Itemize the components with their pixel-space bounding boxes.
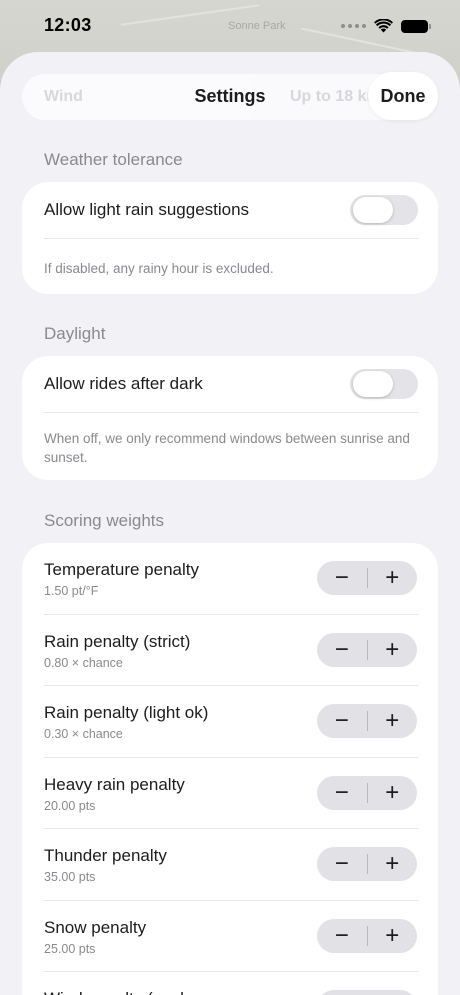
weather-tolerance-card: Allow light rain suggestions If disabled… — [22, 182, 438, 294]
done-button[interactable]: Done — [368, 72, 438, 120]
section-header-scoring-weights: Scoring weights — [44, 511, 165, 530]
weight-stepper: − + — [317, 847, 417, 881]
increment-button[interactable]: + — [367, 919, 417, 953]
increment-button[interactable]: + — [367, 776, 417, 810]
increment-button[interactable]: + — [367, 847, 417, 881]
weight-label: Rain penalty (strict) — [44, 631, 191, 651]
settings-sheet: Wind Up to 18 km/h Settings Done Weather… — [0, 52, 460, 995]
after-dark-footnote: When off, we only recommend windows betw… — [44, 431, 410, 465]
weight-row: Wind penalty (each − + — [22, 972, 438, 995]
weight-row: Snow penalty 25.00 pts − + — [22, 901, 438, 972]
weight-label: Heavy rain penalty — [44, 774, 185, 794]
weight-value: 20.00 pts — [44, 798, 96, 813]
section-header-weather-tolerance: Weather tolerance — [44, 150, 183, 169]
weight-stepper: − + — [317, 775, 417, 810]
status-bar: 12:03 — [0, 0, 460, 52]
weight-label: Rain penalty (light ok) — [44, 703, 209, 722]
weight-label: Snow penalty — [44, 917, 147, 937]
cellular-dots-icon — [341, 24, 366, 28]
weight-row: Temperature penalty 1.50 pt/°F − + — [22, 543, 438, 615]
after-dark-toggle[interactable] — [350, 369, 418, 399]
increment-button[interactable]: + — [367, 704, 417, 738]
status-icons — [341, 19, 431, 33]
weight-stepper: − + — [317, 918, 417, 953]
weight-row: Rain penalty (light ok) 0.30 × chance − … — [22, 686, 438, 758]
status-time: 12:03 — [44, 14, 92, 35]
wifi-icon — [374, 19, 393, 33]
light-rain-row: Allow light rain suggestions — [22, 182, 438, 238]
daylight-card: Allow rides after dark When off, we only… — [22, 356, 438, 480]
decrement-button[interactable]: − — [317, 847, 367, 881]
weight-label: Temperature penalty — [44, 560, 199, 579]
toggle-knob — [353, 197, 393, 223]
decrement-button[interactable]: − — [317, 919, 367, 953]
decrement-button[interactable]: − — [317, 990, 367, 995]
weight-value: 35.00 pts — [44, 870, 96, 884]
weight-value: 0.30 × chance — [44, 727, 123, 741]
light-rain-toggle[interactable] — [350, 195, 418, 225]
after-dark-row: Allow rides after dark — [22, 356, 438, 412]
increment-button[interactable]: + — [367, 990, 417, 995]
decrement-button[interactable]: − — [317, 704, 367, 738]
weight-stepper: − + — [317, 632, 417, 667]
decrement-button[interactable]: − — [317, 776, 367, 810]
decrement-button[interactable]: − — [317, 561, 367, 595]
light-rain-label: Allow light rain suggestions — [44, 200, 250, 219]
weight-stepper: − + — [317, 561, 417, 595]
weight-row: Heavy rain penalty 20.00 pts − + — [22, 758, 438, 829]
weight-stepper: − + — [317, 990, 417, 995]
weight-label: Wind penalty (each — [44, 989, 190, 995]
scoring-weights-card: Temperature penalty 1.50 pt/°F − + Rain … — [22, 543, 438, 995]
weight-label: Thunder penalty — [44, 846, 167, 865]
weight-value: 25.00 pts — [44, 941, 96, 956]
section-header-daylight: Daylight — [44, 324, 106, 343]
increment-button[interactable]: + — [367, 561, 417, 595]
weight-value: 1.50 pt/°F — [44, 584, 99, 598]
decrement-button[interactable]: − — [317, 633, 367, 667]
increment-button[interactable]: + — [367, 633, 417, 667]
weight-value: 0.80 × chance — [44, 655, 123, 670]
toggle-knob — [353, 371, 393, 397]
light-rain-footnote: If disabled, any rainy hour is excluded. — [44, 261, 274, 276]
after-dark-label: Allow rides after dark — [44, 374, 203, 393]
weight-row: Thunder penalty 35.00 pts − + — [22, 829, 438, 901]
weight-row: Rain penalty (strict) 0.80 × chance − + — [22, 615, 438, 686]
weight-stepper: − + — [317, 704, 417, 738]
battery-icon — [401, 19, 431, 33]
